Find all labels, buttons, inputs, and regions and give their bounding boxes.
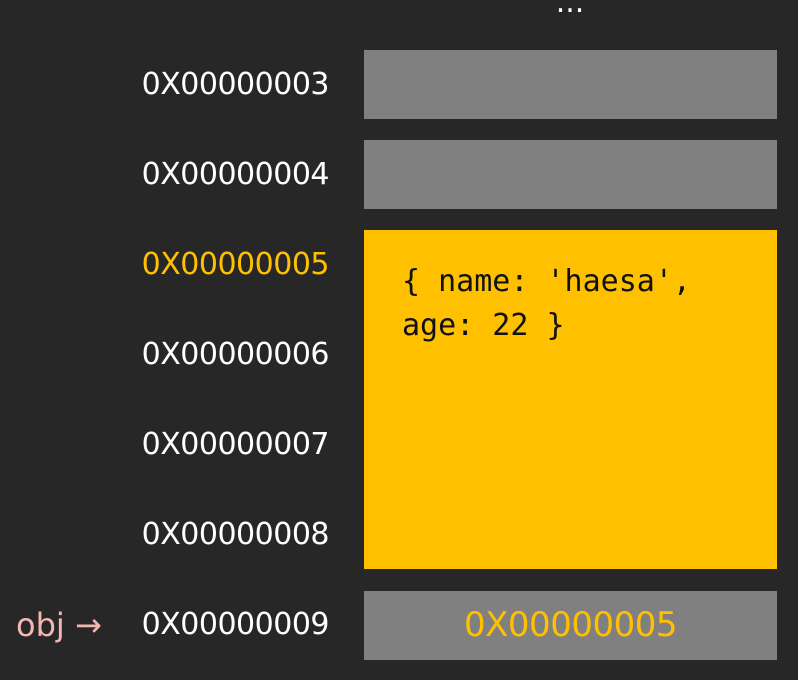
continuation-ellipsis: ... [555, 0, 585, 20]
memory-cell-empty-4 [364, 140, 777, 209]
address-label-8: 0X00000008 [141, 517, 330, 552]
address-label-6: 0X00000006 [141, 337, 330, 372]
address-label-5: 0X00000005 [141, 247, 330, 282]
address-label-7: 0X00000007 [141, 427, 330, 462]
address-label-4: 0X00000004 [141, 157, 330, 192]
object-value-text: { name: 'haesa', age: 22 } [402, 264, 710, 343]
address-label-9: 0X00000009 [141, 607, 330, 642]
memory-cell-object: { name: 'haesa', age: 22 } [364, 230, 777, 569]
reference-value-text: 0X00000005 [464, 605, 677, 645]
memory-cell-reference: 0X00000005 [364, 591, 777, 660]
memory-cell-empty-3 [364, 50, 777, 119]
address-label-3: 0X00000003 [141, 67, 330, 102]
obj-pointer-label: obj → [16, 606, 102, 644]
